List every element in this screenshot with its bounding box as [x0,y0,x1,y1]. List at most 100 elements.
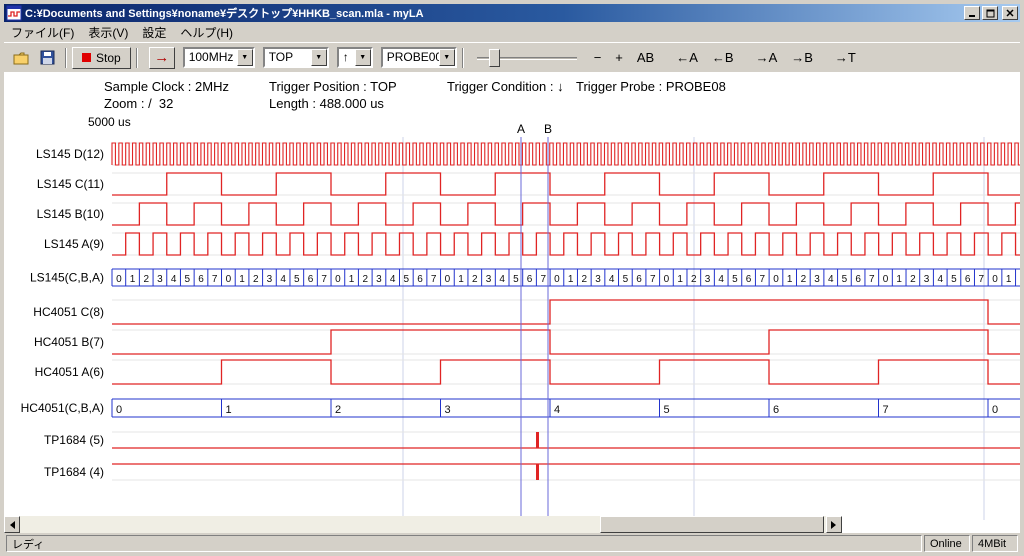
bus-value: 2 [910,274,916,285]
waveform-HC4051 A(6) [112,360,1020,384]
app-window: C:¥Documents and Settings¥noname¥デスクトップ¥… [0,0,1024,556]
horizontal-scrollbar[interactable] [4,516,842,533]
cursor-A-label: A [517,122,525,136]
menu-view[interactable]: 表示(V) [81,22,135,43]
window-controls [964,6,1018,20]
scroll-left-icon [6,521,15,529]
channel-label: LS145 D(12) [36,147,104,161]
bus-value: 3 [705,274,711,285]
waveform-LS145 C(11) [112,173,1020,195]
bus-value: 1 [239,274,245,285]
app-icon [6,5,22,21]
bus-value: 0 [664,274,670,285]
trigger-position-select[interactable]: TOP ▼ [263,47,329,68]
bus-value: 4 [499,274,505,285]
scrollbar-thumb[interactable] [600,516,824,533]
trigger-edge-select[interactable]: ↑ ▼ [337,47,373,68]
minimize-icon [968,9,976,17]
bus-value: 4 [280,274,286,285]
goto-a-right-button[interactable]: →A [751,48,783,67]
bus-value: 5 [513,274,519,285]
bus-value: 1 [349,274,355,285]
scroll-left-button[interactable] [4,516,20,533]
bus-value: 2 [362,274,368,285]
close-button[interactable] [1002,6,1018,20]
bus-value: 4 [718,274,724,285]
bus-value: 0 [992,274,998,285]
trigger-position-value: TOP [265,49,311,66]
bus-value: 6 [636,274,642,285]
waveform-HC4051 B(7) [112,330,1020,354]
run-button[interactable]: → [149,47,175,69]
bus-value: 6 [198,274,204,285]
bus-value: 5 [185,274,191,285]
goto-b-right-button[interactable]: →B [786,48,818,67]
channel-label: LS145 A(9) [44,237,104,251]
channel-label: TP1684 (4) [44,465,104,479]
scroll-right-button[interactable] [826,516,842,533]
bus-value: 6 [965,274,971,285]
menubar: ファイル(F) 表示(V) 設定 ヘルプ(H) [4,22,1020,42]
titlebar[interactable]: C:¥Documents and Settings¥noname¥デスクトップ¥… [4,4,1020,22]
trigger-probe-value: PROBE00 [383,49,439,66]
status-online: Online [924,535,970,552]
ab-button[interactable]: AB [632,48,659,67]
goto-b-left-button[interactable]: ←B [707,48,739,67]
zoom-slider[interactable] [477,47,577,69]
minimize-button[interactable] [964,6,980,20]
bus-value: 5 [623,274,629,285]
bus-value: 6 [527,274,533,285]
bus-value: 4 [937,274,943,285]
goto-a-left-button[interactable]: ←A [671,48,703,67]
bus-value: 4 [828,274,834,285]
bus-value: 0 [883,274,889,285]
waveform-LS145 A(9) [112,233,1020,255]
bus-value: 4 [390,274,396,285]
window-title: C:¥Documents and Settings¥noname¥デスクトップ¥… [25,5,964,21]
zoom-info: Zoom : / 32 [104,96,173,111]
stop-button[interactable]: Stop [72,47,131,69]
dropdown-arrow-icon[interactable]: ▼ [237,49,253,66]
close-icon [1006,9,1014,17]
channel-label: HC4051(C,B,A) [21,401,104,415]
bus-value: 3 [376,274,382,285]
dropdown-arrow-icon[interactable]: ▼ [355,49,371,66]
zoom-out-button[interactable]: − [589,48,607,67]
channel-label: LS145 C(11) [37,177,104,191]
trigger-probe-info: Trigger Probe : PROBE08 [576,79,726,94]
bus-value: 3 [595,274,601,285]
save-floppy-icon [40,50,55,65]
open-folder-icon [13,51,30,65]
trigger-probe-select[interactable]: PROBE00 ▼ [381,47,457,68]
goto-trigger-button[interactable]: →T [830,48,861,67]
save-button[interactable] [34,46,60,70]
bus-value: 1 [677,274,683,285]
channel-label: LS145(C,B,A) [30,271,104,285]
zoom-in-button[interactable]: + [610,48,628,67]
bus-value: 7 [759,274,765,285]
bus-value: 0 [992,404,998,416]
maximize-icon [986,9,995,18]
dropdown-arrow-icon[interactable]: ▼ [439,49,455,66]
menu-help[interactable]: ヘルプ(H) [173,22,240,43]
maximize-button[interactable] [982,6,998,20]
stop-icon [82,53,91,62]
waveform-LS145 D(12) [112,143,1020,165]
slider-thumb[interactable] [489,49,500,67]
open-button[interactable] [8,46,34,70]
menu-settings[interactable]: 設定 [135,22,173,43]
toolbar-separator [462,48,464,68]
bus-value: 5 [951,274,957,285]
menu-file[interactable]: ファイル(F) [4,22,81,43]
bus-value: 0 [116,274,122,285]
bus-value: 1 [568,274,574,285]
trigger-edge-value: ↑ [339,49,355,66]
bus-value: 3 [486,274,492,285]
sample-clock-info: Sample Clock : 2MHz [104,79,229,94]
sample-clock-value: 100MHz [185,49,237,66]
bus-value: 1 [1006,274,1012,285]
bus-value: 6 [417,274,423,285]
sample-clock-select[interactable]: 100MHz ▼ [183,47,255,68]
dropdown-arrow-icon[interactable]: ▼ [311,49,327,66]
bus-value: 5 [664,404,670,416]
